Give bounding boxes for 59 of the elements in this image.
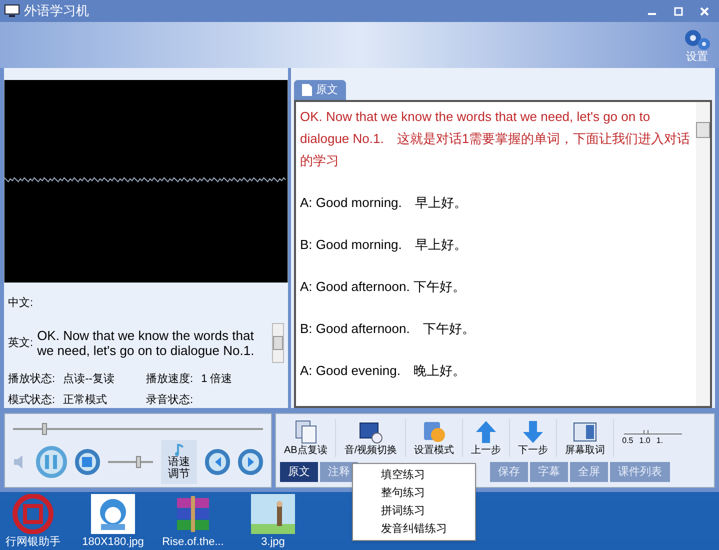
stop-icon [82,457,92,467]
pause-icon [45,455,58,469]
toolbar-button[interactable]: AB点复读 [276,419,336,457]
bottom-tab[interactable]: 原文 [280,462,318,482]
music-note-icon [174,444,184,456]
speed-tick-label: 1.0 [639,435,650,447]
next-button[interactable] [238,449,263,475]
status-label: 播放状态: [8,372,56,387]
status-value: 点读--复读 [63,372,114,387]
toolbar-button[interactable]: 设置模式 [406,419,464,457]
speed-scale-ruler [622,429,682,435]
monitor-icon [4,4,20,18]
slider-thumb[interactable] [42,423,48,435]
previous-icon [212,457,222,467]
transcript-line: A: Good afternoon. 下午好。 [300,278,466,296]
settings-icon [683,28,711,52]
english-label: 英文: [8,336,34,351]
chinese-label: 中文: [8,296,34,308]
slider-thumb[interactable] [136,456,141,468]
menu-item[interactable]: 发音纠错练习 [381,520,475,538]
toolbar-button[interactable]: 屏幕取词 [557,419,614,457]
toolbar-button[interactable]: 音/视频切换 [336,419,406,457]
transcript-line: B: Good morning. 早上好。 [300,236,468,254]
next-icon [246,457,256,467]
scrollbar[interactable] [696,102,710,406]
speed-button[interactable]: 语速调节 [161,440,197,484]
transcript-line: A: Good morning. 早上好。 [300,194,468,212]
toolbar-button[interactable]: 上一步 [463,419,510,457]
transcript-line: OK. Now that we know the words that we need, let's go on to dialogue No.1. 这就是对话1需要掌握的单词，下面让我们进入对话的学习 [300,108,692,170]
volume-slider[interactable] [108,455,154,469]
transcript-line: B: Good afternoon. 下午好。 [300,320,476,338]
document-icon [302,84,312,96]
previous-button[interactable] [205,449,230,475]
status-label: 播放速度: [146,372,194,387]
documents-icon [292,419,319,445]
close-icon [700,6,708,16]
menu-item[interactable]: 拼词练习 [381,502,475,520]
toolbar-button[interactable]: 下一步 [510,419,558,457]
desktop-icon-label[interactable]: Rise.of.the... [162,534,224,550]
speed-tick-label: 0.5 [622,435,634,447]
stop-button[interactable] [74,449,100,475]
english-subtitle: OK. Now that we know the words that we need, let's go on to dialogue No.1. [37,328,256,358]
progress-slider[interactable] [13,422,263,436]
status-label: 录音状态: [146,392,194,408]
desktop-icon-label[interactable]: 180X180.jpg [82,534,144,550]
window-title: 外语学习机 [24,2,89,20]
status-value: 1 倍速 [201,372,232,387]
status-value: 正常模式 [63,392,108,408]
menu-item[interactable]: 整句练习 [381,484,475,502]
maximize-icon [674,6,682,16]
desktop-icon-label[interactable]: 行网银助手 [6,534,60,550]
pause-button[interactable] [36,446,67,478]
bank-logo-icon [11,494,55,534]
desktop-icon-label[interactable]: 3.jpg [261,534,285,550]
transcript-line: A: Good evening. 晚上好。 [300,362,466,380]
speed-tick-label: 1. [656,435,664,447]
menu-item[interactable]: 填空练习 [381,466,475,484]
scrollbar[interactable] [272,323,284,363]
status-label: 模式状态: [8,392,56,408]
